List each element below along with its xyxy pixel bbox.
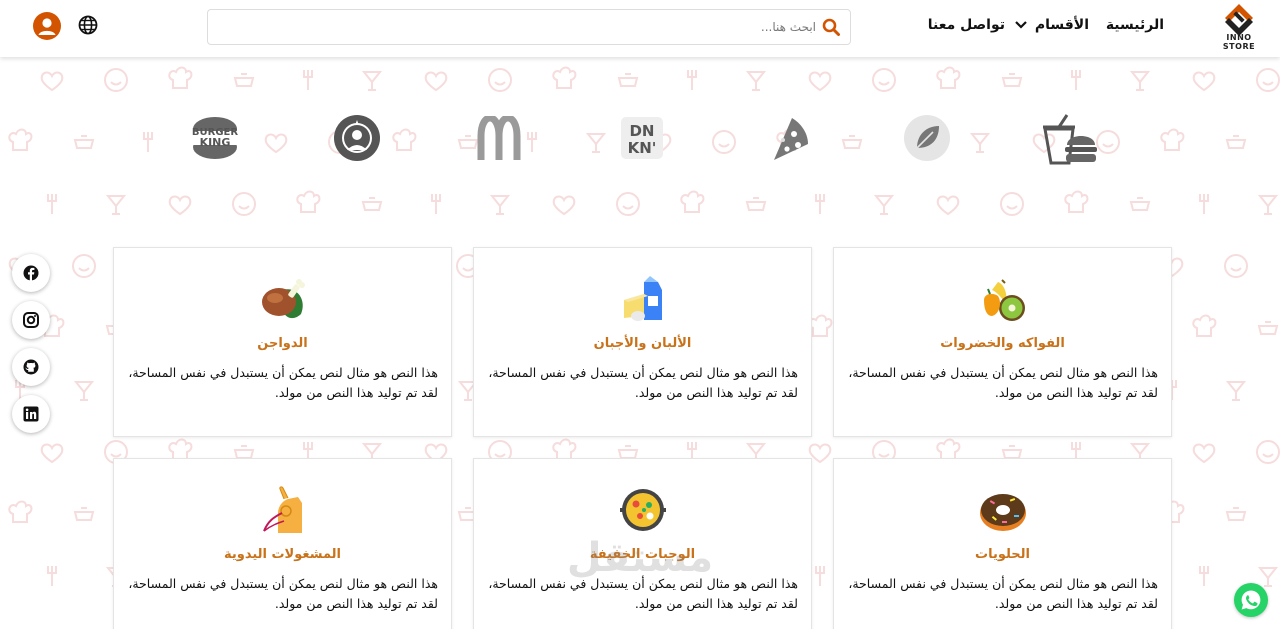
category-card-dairy[interactable]: الألبان والأجبان هذا النص هو مثال لنص يم… [473,247,812,437]
snacks-icon [616,483,670,537]
brand-burger-king[interactable]: BURGER KING [185,108,245,168]
category-title: الدواجن [257,336,308,351]
search-input[interactable] [208,12,816,42]
leaf-logo-icon [904,115,950,161]
language-button[interactable] [77,14,99,36]
svg-text:KN': KN' [628,139,657,157]
whatsapp-icon [1241,590,1261,610]
category-description: هذا النص هو مثال لنص يمكن أن يستبدل في ن… [848,365,1158,400]
handmade-icon [256,483,310,537]
category-title: الألبان والأجبان [593,336,692,351]
fruits-icon [976,272,1030,326]
brand-starbucks[interactable] [327,108,387,168]
user-account-button[interactable] [33,12,61,40]
github-icon [23,359,39,375]
category-description: هذا النص هو مثال لنص يمكن أن يستبدل في ن… [488,365,798,400]
search-icon[interactable] [822,18,840,36]
globe-icon [78,15,98,35]
category-description: هذا النص هو مثال لنص يمكن أن يستبدل في ن… [848,576,1158,611]
burger-king-logo-icon: BURGER KING [192,117,238,159]
facebook-icon [23,265,39,281]
category-card-poultry[interactable]: الدواجن هذا النص هو مثال لنص يمكن أن يست… [113,247,452,437]
brand-leaf[interactable] [897,108,957,168]
category-title: المشغولات اليدوية [223,547,342,562]
category-description: هذا النص هو مثال لنص يمكن أن يستبدل في ن… [128,576,438,611]
burger-box-logo-icon [1043,114,1097,165]
donut-icon [976,483,1030,537]
nav-contact[interactable]: تواصل معنا [928,17,1005,33]
linkedin-button[interactable] [12,395,50,433]
category-card-handmade[interactable]: المشغولات اليدوية هذا النص هو مثال لنص ي… [113,458,452,629]
starbucks-logo-icon [334,115,380,161]
svg-text:DN: DN [629,122,654,140]
category-description: هذا النص هو مثال لنص يمكن أن يستبدل في ن… [488,576,798,611]
dairy-icon [616,272,670,326]
dunkin-logo-icon: DN KN' [621,117,663,159]
category-card-fruits[interactable]: الفواكه والخضروات هذا النص هو مثال لنص ي… [833,247,1172,437]
svg-text:KING: KING [200,136,231,149]
header: INNO STORE الرئيسية الأقسام تواصل معنا [0,0,1280,57]
category-card-snacks[interactable]: الوجبات الخفيفة هذا النص هو مثال لنص يمك… [473,458,812,629]
pizza-logo-icon [774,118,808,160]
brand-dunkin[interactable]: DN KN' [612,108,672,168]
nav-sections-label: الأقسام [1034,17,1089,33]
nav-home[interactable]: الرئيسية [1106,17,1164,33]
logo-text: INNO STORE [1222,33,1256,51]
nav-sections-dropdown[interactable]: الأقسام [1015,17,1089,33]
category-title: الحلويات [975,547,1030,562]
brand-pizza[interactable] [760,108,820,168]
logo[interactable]: INNO STORE [1210,3,1268,53]
social-links [12,254,50,442]
github-button[interactable] [12,348,50,386]
linkedin-icon [23,406,39,422]
mcdonalds-logo-icon [477,116,521,160]
category-title: الفواكه والخضروات [940,336,1065,351]
instagram-button[interactable] [12,301,50,339]
brand-logos: BURGER KING DN KN' [0,108,1280,170]
category-card-sweets[interactable]: الحلويات هذا النص هو مثال لنص يمكن أن يس… [833,458,1172,629]
brand-mcdonalds[interactable] [469,108,529,168]
category-title: الوجبات الخفيفة [589,547,696,562]
search-box [207,9,851,45]
logo-icon [1225,4,1253,36]
user-icon [38,18,56,35]
instagram-icon [23,312,39,328]
poultry-icon [256,272,310,326]
facebook-button[interactable] [12,254,50,292]
brand-burger-box[interactable] [1040,108,1100,168]
category-description: هذا النص هو مثال لنص يمكن أن يستبدل في ن… [128,365,438,400]
whatsapp-button[interactable] [1234,583,1268,617]
chevron-down-icon [1015,21,1027,29]
